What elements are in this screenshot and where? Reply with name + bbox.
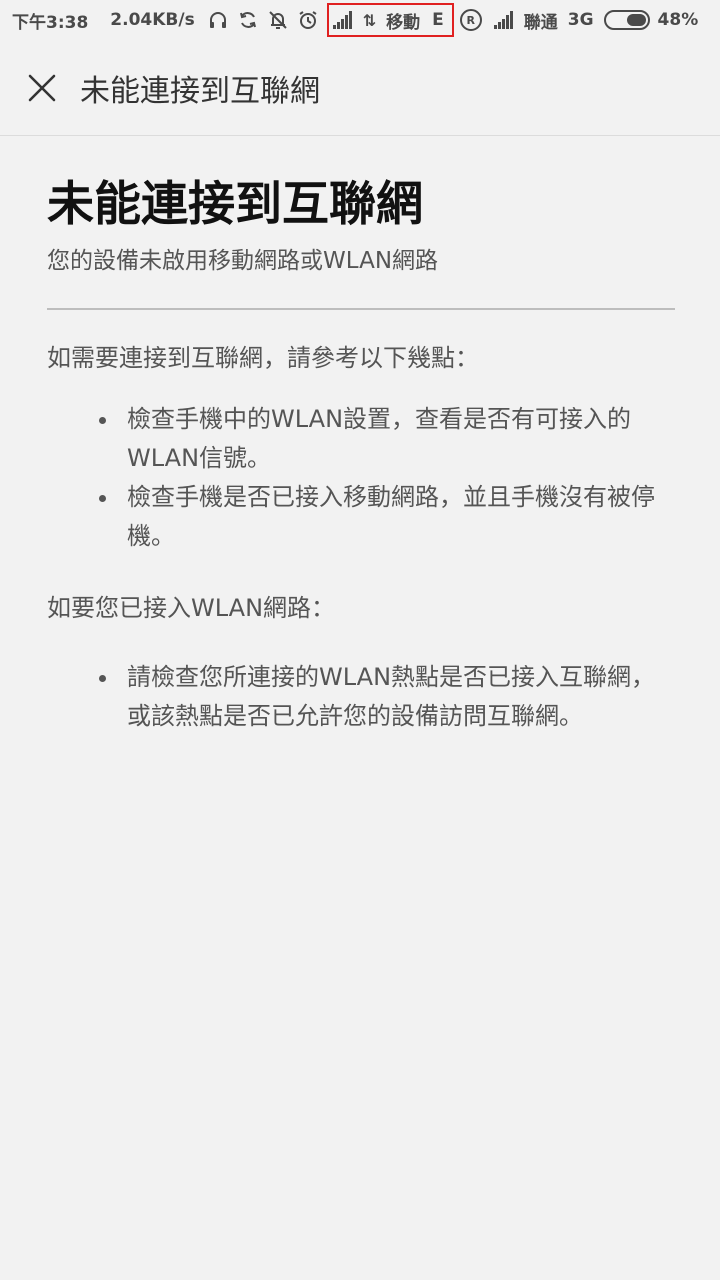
section2-list: 請檢查您所連接的WLAN熱點是否已接入互聯網，或該熱點是否已允許您的設備訪問互聯… [47, 658, 675, 736]
bullet-icon [99, 675, 106, 682]
app-bar: 未能連接到互聯網 [0, 40, 720, 136]
page-subtitle: 您的設備未啟用移動網路或WLAN網路 [47, 248, 439, 274]
carrier1-name: 移動 [386, 12, 421, 33]
status-time: 下午3:38 [12, 12, 89, 33]
section1-list: 檢查手機中的WLAN設置，查看是否有可接入的WLAN信號。 檢查手機是否已接入移… [47, 400, 675, 556]
list-item: 檢查手機中的WLAN設置，查看是否有可接入的WLAN信號。 [47, 400, 675, 478]
app-bar-title: 未能連接到互聯網 [80, 73, 320, 109]
battery-percent: 48% [657, 10, 699, 30]
divider [47, 308, 675, 310]
carrier1-network-type: E [432, 10, 444, 30]
status-bar: 下午3:38 2.04KB/s ⇅ 移動 E R 聯通 3G 48% [0, 0, 720, 40]
close-button[interactable] [22, 68, 62, 108]
sync-icon [237, 9, 259, 31]
main-content: 未能連接到互聯網 您的設備未啟用移動網路或WLAN網路 如需要連接到互聯網，請參… [47, 170, 675, 736]
list-item-text: 檢查手機中的WLAN設置，查看是否有可接入的WLAN信號。 [127, 405, 632, 472]
data-arrows-icon: ⇅ [362, 10, 377, 30]
carrier1-highlight-box: ⇅ 移動 E [326, 3, 454, 37]
battery-level-fill [627, 14, 646, 26]
carrier2-name: 聯通 [523, 12, 558, 33]
headset-icon [207, 9, 229, 31]
page-heading: 未能連接到互聯網 [47, 177, 423, 232]
network-speed: 2.04KB/s [110, 10, 195, 30]
carrier2-network-type: 3G [567, 10, 594, 30]
list-item: 檢查手機是否已接入移動網路，並且手機沒有被停機。 [47, 478, 675, 556]
registered-icon: R [459, 9, 482, 31]
list-item-text: 請檢查您所連接的WLAN熱點是否已接入互聯網，或該熱點是否已允許您的設備訪問互聯… [127, 663, 656, 730]
close-icon[interactable] [27, 73, 57, 103]
list-item: 請檢查您所連接的WLAN熱點是否已接入互聯網，或該熱點是否已允許您的設備訪問互聯… [47, 658, 675, 736]
section1-intro: 如需要連接到互聯網，請參考以下幾點： [47, 344, 479, 372]
list-item-text: 檢查手機是否已接入移動網路，並且手機沒有被停機。 [127, 483, 655, 550]
bullet-icon [99, 417, 106, 424]
section2-intro: 如要您已接入WLAN網路： [47, 594, 336, 622]
signal-icon-carrier2 [493, 11, 514, 29]
bullet-icon [99, 495, 106, 502]
battery-icon [603, 10, 650, 30]
bell-off-icon [267, 9, 289, 31]
signal-icon [332, 11, 353, 29]
alarm-icon [297, 9, 319, 31]
